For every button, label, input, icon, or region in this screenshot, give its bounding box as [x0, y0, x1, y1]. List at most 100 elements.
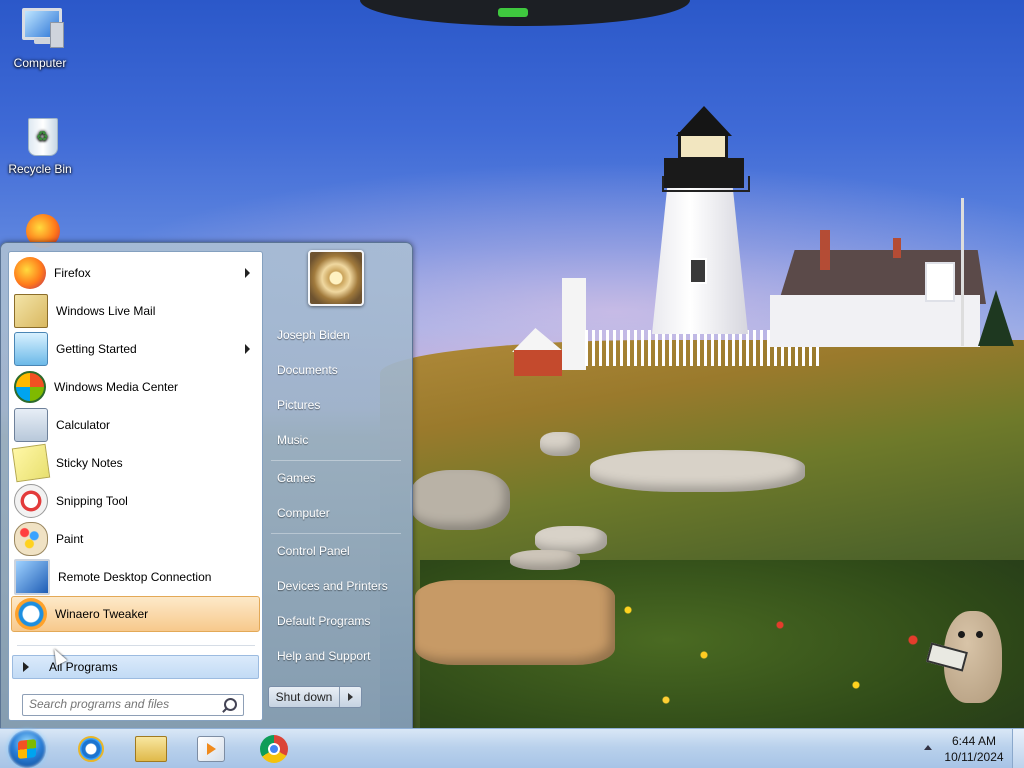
taskbar-media-player[interactable] [182, 731, 240, 767]
lighthouse-window [689, 258, 707, 284]
program-label: Remote Desktop Connection [58, 570, 212, 584]
wallpaper-rock [590, 450, 805, 492]
wallpaper-pole [961, 198, 964, 346]
divider [271, 533, 401, 534]
winaero-tweaker-icon [15, 598, 47, 630]
all-programs-button[interactable]: All Programs [12, 655, 259, 679]
place-help-and-support[interactable]: Help and Support [271, 641, 405, 671]
hamster-eye [976, 631, 983, 638]
place-games[interactable]: Games [271, 463, 405, 493]
submenu-arrow-icon[interactable] [245, 268, 250, 278]
program-snipping-tool[interactable]: Snipping Tool [9, 482, 262, 520]
shutdown-button[interactable]: Shut down [269, 687, 340, 707]
chrome-icon [260, 735, 288, 763]
remote-desktop-icon [14, 559, 50, 595]
program-label: Snipping Tool [56, 494, 128, 508]
wallpaper-rock [410, 470, 510, 530]
paint-icon [14, 522, 48, 556]
program-winaero-tweaker[interactable]: Winaero Tweaker [11, 596, 260, 632]
program-calculator[interactable]: Calculator [9, 406, 262, 444]
program-remote-desktop[interactable]: Remote Desktop Connection [9, 558, 262, 596]
program-label: Sticky Notes [56, 456, 123, 470]
taskbar-internet-explorer[interactable] [62, 731, 120, 767]
place-pictures[interactable]: Pictures [271, 390, 405, 420]
lighthouse-roof [676, 106, 732, 136]
recycle-bin-icon: ♻ [16, 112, 64, 158]
program-list: Firefox Windows Live Mail Getting Starte… [9, 254, 262, 632]
program-firefox[interactable]: Firefox [9, 254, 262, 292]
user-picture[interactable] [308, 250, 364, 306]
program-paint[interactable]: Paint [9, 520, 262, 558]
expand-arrow-icon [23, 662, 29, 672]
search-box[interactable] [22, 694, 244, 716]
start-menu-places-pane: Joseph Biden Documents Pictures Music Ga… [263, 243, 411, 729]
program-label: Windows Media Center [54, 380, 179, 394]
system-clock[interactable]: 6:44 AM 10/11/2024 [938, 733, 1010, 765]
program-label: Calculator [56, 418, 111, 432]
wallpaper-rock [510, 550, 580, 570]
wallpaper-chimney [820, 230, 830, 270]
start-menu-programs-pane: Firefox Windows Live Mail Getting Starte… [8, 251, 263, 721]
wallpaper-rock [415, 580, 615, 665]
place-user-folder[interactable]: Joseph Biden [271, 320, 405, 350]
desktop-icon-label: Recycle Bin [8, 162, 72, 176]
shutdown-options-button[interactable] [340, 693, 361, 701]
program-label: Paint [56, 532, 84, 546]
program-label: Getting Started [56, 342, 137, 356]
program-getting-started[interactable]: Getting Started [9, 330, 262, 368]
show-desktop-button[interactable] [1012, 729, 1024, 768]
wallpaper-flowers [590, 580, 970, 728]
wallpaper-chimney [893, 238, 901, 258]
taskbar-chrome[interactable] [245, 731, 303, 767]
wallpaper-shed [514, 350, 562, 376]
clock-time: 6:44 AM [951, 734, 997, 748]
chevron-right-icon [348, 693, 353, 701]
windows-explorer-icon [135, 736, 167, 762]
windows-logo-icon [18, 739, 36, 759]
gadget-status-indicator [498, 8, 528, 17]
desktop-icon-recycle-bin[interactable]: ♻ Recycle Bin [2, 112, 78, 176]
submenu-arrow-icon[interactable] [245, 344, 250, 354]
program-label: Firefox [54, 266, 91, 280]
lighthouse-railing [662, 176, 750, 192]
search-input[interactable] [23, 695, 219, 713]
place-documents[interactable]: Documents [271, 355, 405, 385]
wallpaper-dormer [925, 262, 955, 302]
snipping-tool-icon [14, 484, 48, 518]
computer-icon [16, 6, 64, 52]
taskbar-windows-explorer[interactable] [122, 731, 180, 767]
internet-explorer-icon [78, 736, 104, 762]
hamster-gadget[interactable] [926, 605, 1006, 705]
taskbar: 6:44 AM 10/11/2024 [0, 728, 1024, 768]
program-sticky-notes[interactable]: Sticky Notes [9, 443, 262, 483]
place-control-panel[interactable]: Control Panel [271, 536, 405, 566]
program-windows-live-mail[interactable]: Windows Live Mail [9, 292, 262, 330]
program-label: Winaero Tweaker [55, 607, 149, 621]
clock-date: 10/11/2024 [944, 750, 1004, 764]
place-music[interactable]: Music [271, 425, 405, 455]
mail-icon [14, 294, 48, 328]
media-center-icon [14, 371, 46, 403]
calculator-icon [14, 408, 48, 442]
program-windows-media-center[interactable]: Windows Media Center [9, 368, 262, 406]
program-label: Windows Live Mail [56, 304, 156, 318]
divider [271, 460, 401, 461]
place-computer[interactable]: Computer [271, 498, 405, 528]
firefox-icon [14, 257, 46, 289]
divider [17, 645, 255, 646]
media-player-icon [197, 736, 225, 762]
wallpaper-house [770, 295, 980, 347]
getting-started-icon [14, 332, 48, 366]
show-hidden-icons-icon[interactable] [924, 745, 932, 750]
desktop-icon-computer[interactable]: Computer [2, 6, 78, 70]
place-devices-and-printers[interactable]: Devices and Printers [271, 571, 405, 601]
wallpaper-rock [540, 432, 580, 456]
place-default-programs[interactable]: Default Programs [271, 606, 405, 636]
lighthouse-lantern [678, 132, 728, 160]
desktop-icon-label: Computer [13, 56, 67, 70]
shutdown-button-group: Shut down [268, 686, 362, 708]
wallpaper-bell-tower [562, 278, 586, 370]
hamster-eye [958, 631, 965, 638]
search-icon[interactable] [224, 698, 237, 711]
start-button[interactable] [8, 730, 46, 768]
